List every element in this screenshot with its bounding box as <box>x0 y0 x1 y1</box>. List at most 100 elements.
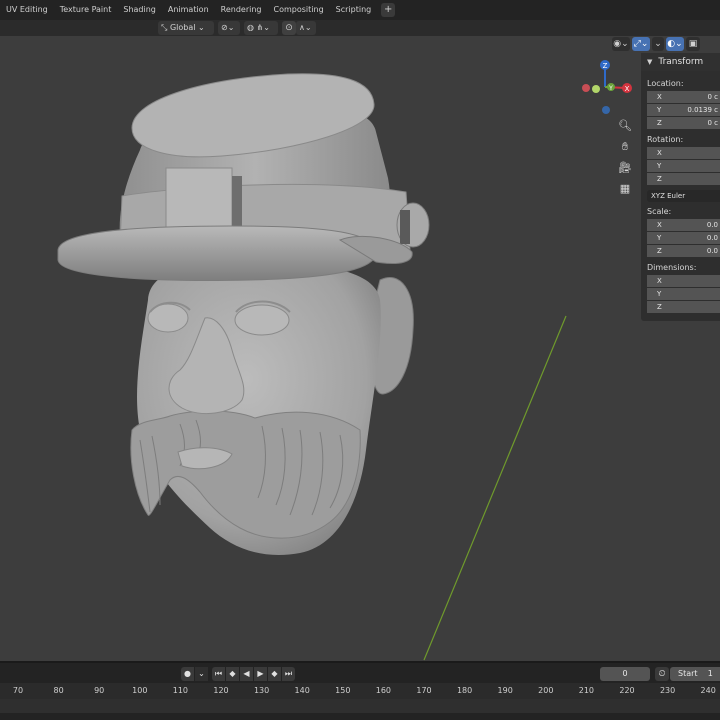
status-bar <box>0 715 720 720</box>
snap-icon: ◍ ⋔⌄ <box>247 23 270 32</box>
orientation-label: Global <box>169 23 196 32</box>
play-reverse-button[interactable]: ◀ <box>240 667 253 681</box>
beard <box>130 410 361 539</box>
record-icon: ● <box>184 669 191 678</box>
play-button[interactable]: ▶ <box>254 667 267 681</box>
tab-shading[interactable]: Shading <box>117 0 162 20</box>
rotation-z-field[interactable]: Z <box>647 173 720 185</box>
axis-label: Y <box>657 290 662 298</box>
3d-viewport[interactable]: Z X Y <box>0 36 720 661</box>
frame-tick-label: 130 <box>253 686 270 695</box>
falloff-curve-icon: ∧⌄ <box>299 23 312 32</box>
location-y-field[interactable]: Y 0.0139 c <box>647 104 720 116</box>
tab-animation[interactable]: Animation <box>162 0 215 20</box>
gizmo-icon: ⤢⌄ <box>633 39 649 49</box>
transform-panel-header[interactable]: ▼ Transform <box>641 53 720 71</box>
tab-scripting[interactable]: Scripting <box>330 0 378 20</box>
overlay-dropdown[interactable]: ⌄ <box>652 37 664 51</box>
start-label: Start <box>678 669 698 678</box>
cap-side-button-shadow <box>400 210 410 244</box>
transform-orientation-dropdown[interactable]: ⤡ Global ⌄ <box>158 21 214 35</box>
zoom-icon[interactable]: 🔍︎ <box>615 116 635 136</box>
xray-toggle[interactable]: ▣ <box>686 37 700 51</box>
pivot-point-dropdown[interactable]: ⊘⌄ <box>218 21 240 35</box>
sidebar-transform-panel: ▼ Transform Location: X 0 c Y 0.0139 c Z 0 c… <box>641 53 720 321</box>
play-icon: ▶ <box>257 669 264 678</box>
frame-tick-label: 90 <box>94 686 105 695</box>
grid-view-icon[interactable]: ▦ <box>615 179 635 199</box>
frame-tick-label: 230 <box>659 686 676 695</box>
overlays-toggle[interactable]: ◐⌄ <box>666 37 684 51</box>
gizmo-y-label: Y <box>608 85 613 92</box>
axis-label: X <box>657 149 662 157</box>
dimensions-z-field[interactable]: Z <box>647 301 720 313</box>
frame-tick-label: 110 <box>172 686 189 695</box>
camera-icon[interactable]: 🎥︎ <box>615 158 635 178</box>
dimensions-y-field[interactable]: Y <box>647 288 720 300</box>
jump-start-button[interactable]: ⏮ <box>212 667 225 681</box>
rotation-y-field[interactable]: Y <box>647 160 720 172</box>
frame-tick-label: 220 <box>619 686 635 695</box>
axis-label: Z <box>657 247 662 255</box>
rotation-mode-select[interactable]: XYZ Euler <box>647 190 720 202</box>
keyframe-track[interactable] <box>0 699 720 713</box>
chevron-down-icon: ⌄ <box>195 23 205 32</box>
axis-label: Y <box>657 162 662 170</box>
field-value: 0.0 <box>706 221 718 229</box>
hand-pan-icon[interactable]: ✋︎ <box>615 137 635 157</box>
dimensions-label: Dimensions: <box>647 263 697 272</box>
location-x-field[interactable]: X 0 c <box>647 91 720 103</box>
timeline-editor: ● ⌄ ⏮ ◆ ◀ ▶ ◆ ⏭ 0 ⏲ Start 1 70 80 90 100 110… <box>0 661 720 720</box>
location-z-field[interactable]: Z 0 c <box>647 117 720 129</box>
keying-dropdown[interactable]: ⌄ <box>195 667 208 681</box>
gizmo-toggle[interactable]: ⤢⌄ <box>632 37 650 51</box>
axis-label: Z <box>657 303 662 311</box>
next-keyframe-button[interactable]: ◆ <box>268 667 281 681</box>
axis-label: X <box>657 221 662 229</box>
preview-range-icon[interactable]: ⏲ <box>655 667 669 681</box>
overlays-icon: ◐⌄ <box>667 39 683 49</box>
scale-y-field[interactable]: Y 0.0 <box>647 232 720 244</box>
frame-tick-label: 120 <box>213 686 229 695</box>
orientation-icon: ⤡ <box>161 23 170 32</box>
viewport-header-toolbar: ⤡ Global ⌄ ⊘⌄ ◍ ⋔⌄ ⊙ ∧⌄ <box>0 20 720 36</box>
field-value: 0.0 <box>706 247 718 255</box>
tab-compositing[interactable]: Compositing <box>268 0 330 20</box>
tab-uv-editing[interactable]: UV Editing <box>0 0 54 20</box>
record-button[interactable]: ● <box>181 667 194 681</box>
gizmo-x-label: X <box>625 85 630 93</box>
frame-ruler[interactable]: 70 80 90 100 110 120 130 140 150 160 170 180 190 200 2… <box>0 683 720 699</box>
current-frame-field[interactable]: 0 <box>600 667 650 681</box>
add-workspace-button[interactable]: + <box>381 3 396 17</box>
field-value: 0 c <box>707 93 718 101</box>
visibility-dropdown[interactable]: ◉⌄ <box>612 37 630 51</box>
viewport-canvas: Z X Y <box>57 60 632 661</box>
proportional-editing-toggle[interactable]: ⊙ <box>282 21 296 35</box>
workspace-tabs: UV Editing Texture Paint Shading Animati… <box>0 0 720 20</box>
scale-x-field[interactable]: X 0.0 <box>647 219 720 231</box>
jump-end-icon: ⏭ <box>284 669 293 678</box>
dimensions-x-field[interactable]: X <box>647 275 720 287</box>
prev-keyframe-button[interactable]: ◆ <box>226 667 239 681</box>
frame-tick-label: 150 <box>335 686 351 695</box>
chevron-down-icon: ⌄ <box>654 39 662 49</box>
snapping-dropdown[interactable]: ◍ ⋔⌄ <box>244 21 278 35</box>
chevron-down-icon: ⌄ <box>198 669 205 678</box>
axis-label: Y <box>657 106 662 114</box>
frame-tick-label: 190 <box>497 686 513 695</box>
falloff-dropdown[interactable]: ∧⌄ <box>296 21 316 35</box>
frame-tick-label: 140 <box>294 686 310 695</box>
location-label: Location: <box>647 79 684 88</box>
pivot-icon: ⊘⌄ <box>221 23 235 32</box>
rotation-x-field[interactable]: X <box>647 147 720 159</box>
frame-tick-label: 100 <box>132 686 148 695</box>
tab-rendering[interactable]: Rendering <box>215 0 268 20</box>
frame-tick-label: 70 <box>12 686 24 695</box>
scale-z-field[interactable]: Z 0.0 <box>647 245 720 257</box>
jump-end-button[interactable]: ⏭ <box>282 667 295 681</box>
tab-texture-paint[interactable]: Texture Paint <box>54 0 118 20</box>
gizmo-neg-x-ball <box>582 84 590 92</box>
start-frame-field[interactable]: Start 1 <box>670 667 720 681</box>
frame-tick-label: 170 <box>416 686 432 695</box>
axis-label: X <box>657 93 662 101</box>
